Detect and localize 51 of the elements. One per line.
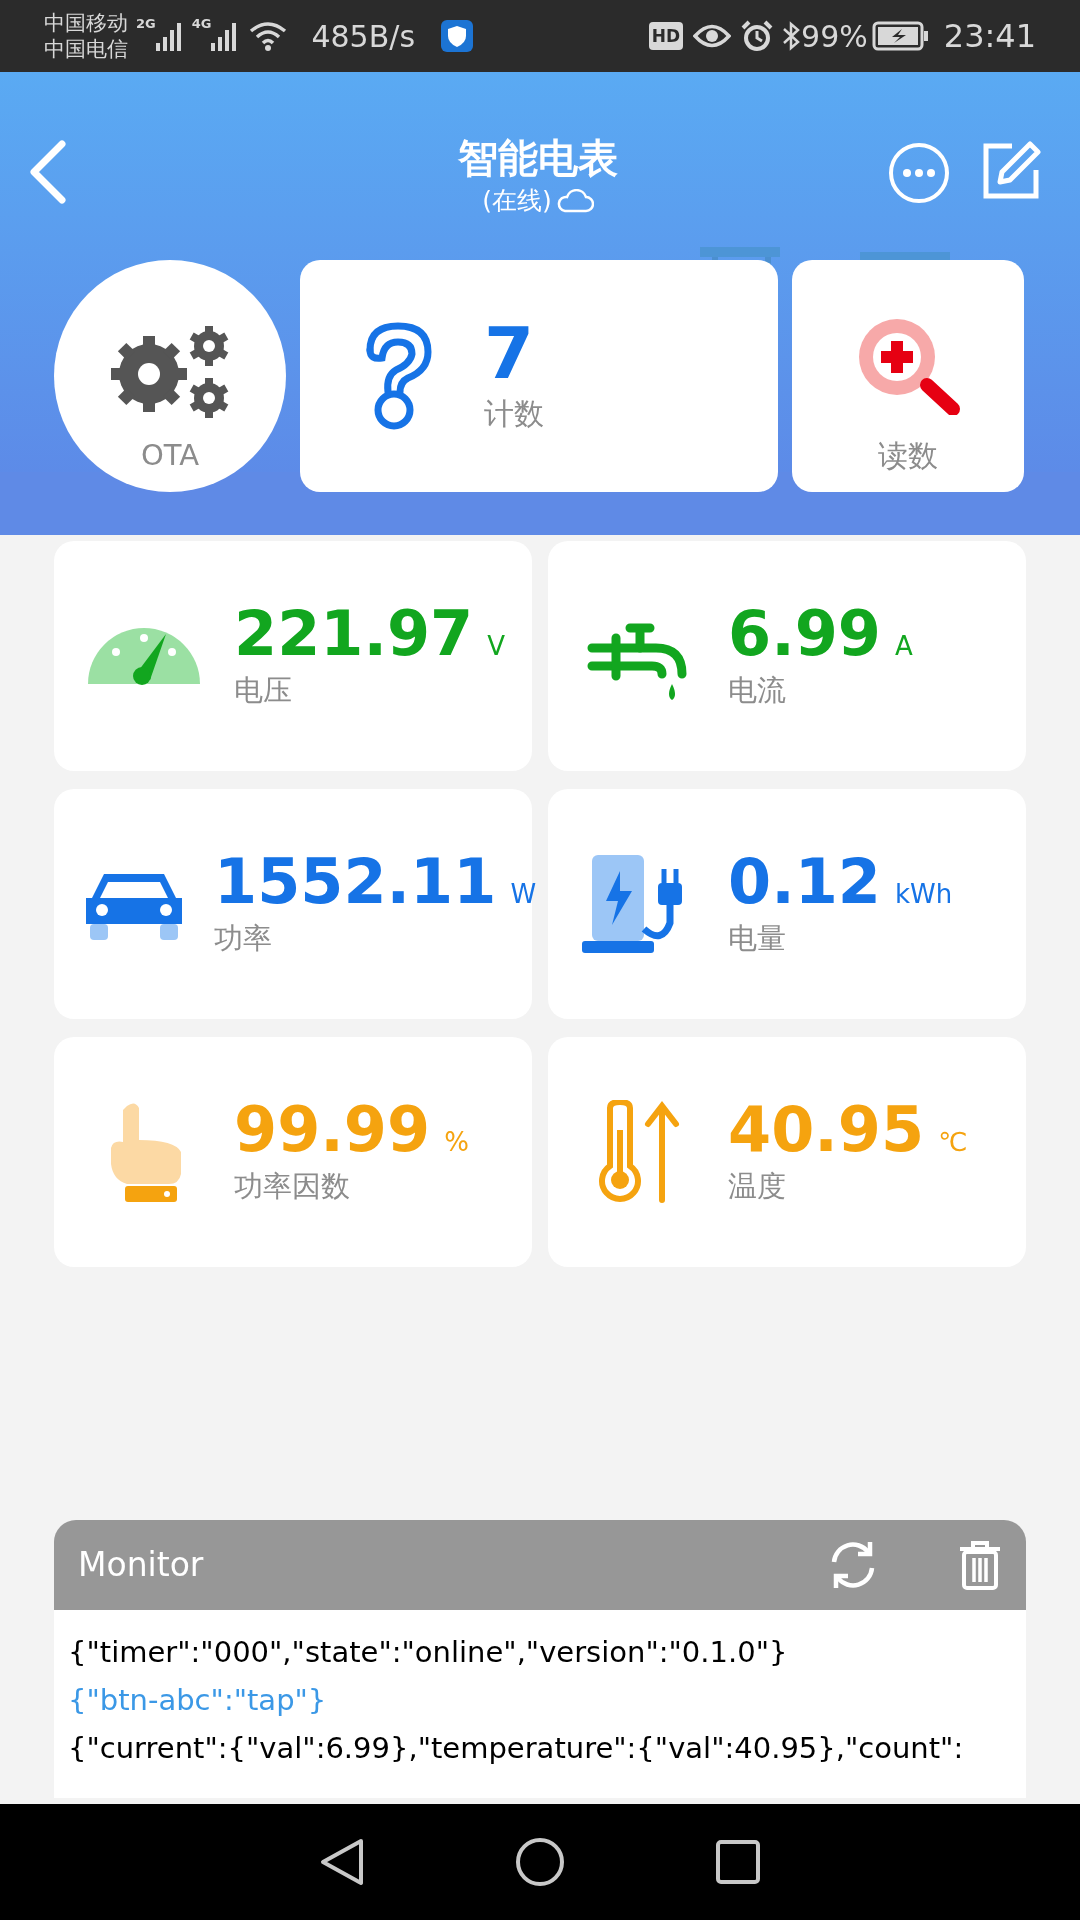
home-nav-icon[interactable] [515, 1837, 565, 1887]
log-line: {"btn-abc":"tap"} [68, 1682, 328, 1719]
count-label: 计数 [484, 395, 544, 433]
more-icon[interactable] [888, 142, 950, 204]
bluetooth-icon [781, 20, 802, 52]
reading-unit: ℃ [938, 1126, 968, 1160]
back-icon[interactable] [28, 140, 68, 204]
eye-icon [693, 23, 732, 49]
back-nav-icon[interactable] [319, 1837, 365, 1887]
network-type: 2G [136, 15, 156, 33]
reading-label: 功率 [214, 920, 273, 958]
log-line: {"current":{"val":6.99},"temperature":{"val":40.95},"count": [68, 1730, 965, 1767]
battery-percent: 99% [801, 17, 868, 56]
recents-nav-icon[interactable] [715, 1839, 761, 1885]
cloud-icon [555, 188, 594, 213]
reading-label: 电流 [728, 672, 787, 710]
online-status: (在线) [482, 185, 552, 217]
wifi-icon [249, 21, 288, 51]
reading-value: 99.99 [234, 1095, 431, 1166]
trash-icon[interactable] [958, 1540, 1002, 1590]
reading-unit: V [487, 630, 506, 664]
hd-badge: HD [648, 22, 684, 50]
reading-unit: % [444, 1126, 469, 1160]
gauge-icon [86, 627, 202, 685]
reading-label: 温度 [728, 1168, 787, 1206]
page-title: 智能电表 [458, 134, 618, 182]
reading-value: 0.12 [728, 847, 881, 918]
clock-time: 23:41 [943, 16, 1036, 57]
reading-label: 功率因数 [234, 1168, 351, 1206]
reading-unit: kWh [895, 878, 953, 912]
reading-label: 电量 [728, 920, 787, 958]
reading-unit: W [510, 878, 537, 912]
read-button[interactable]: 读数 [792, 259, 1024, 492]
carrier-name: 中国移动 [44, 10, 128, 36]
count-value: 7 [484, 315, 536, 391]
alarm-icon [741, 20, 774, 52]
reading-value: 221.97 [234, 599, 474, 670]
log-line: {"timer":"000","state":"online","version":"0.1.0"} [68, 1634, 789, 1671]
signal-icon [155, 21, 182, 51]
signal-icon [211, 21, 238, 51]
network-type: 4G [191, 15, 212, 33]
reading-label: 电压 [234, 672, 293, 710]
reading-value: 40.95 [728, 1095, 925, 1166]
monitor-title: Monitor [78, 1544, 205, 1587]
shield-icon [441, 20, 474, 52]
reading-value: 1552.11 [214, 847, 497, 918]
reading-unit: A [895, 630, 913, 664]
network-speed: 485B/s [311, 17, 416, 56]
carrier-name: 中国电信 [44, 36, 128, 62]
reading-value: 6.99 [728, 599, 881, 670]
battery-charging-icon [871, 21, 930, 51]
